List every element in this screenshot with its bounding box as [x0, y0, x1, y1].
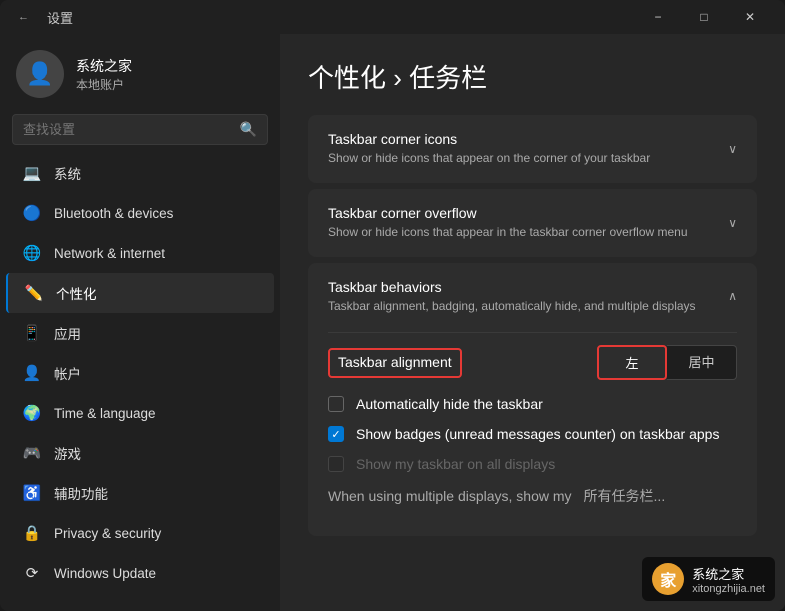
search-box[interactable]: 🔍 — [12, 114, 268, 145]
checkbox-label-badges: Show badges (unread messages counter) on… — [356, 426, 719, 442]
sidebar-item-time[interactable]: 🌍 Time & language — [6, 393, 274, 433]
sidebar-item-personalization[interactable]: ✏️ 个性化 — [6, 273, 274, 313]
chevron-down-icon-2: ∨ — [728, 216, 737, 230]
sidebar: 👤 系统之家 本地账户 🔍 💻 系统 🔵 Bluetooth & devices — [0, 34, 280, 611]
sidebar-item-accounts[interactable]: 👤 帐户 — [6, 353, 274, 393]
checkbox-label-autohide: Automatically hide the taskbar — [356, 396, 543, 412]
card-corner-icons: Taskbar corner icons Show or hide icons … — [308, 115, 757, 183]
behaviors-content: Taskbar alignment 左 居中 Automatically hid… — [308, 332, 757, 536]
title-bar: ← 设置 − □ ✕ — [0, 0, 785, 34]
apps-icon: 📱 — [22, 323, 42, 343]
checkbox-row-autohide: Automatically hide the taskbar — [328, 396, 737, 412]
card-corner-overflow-row[interactable]: Taskbar corner overflow Show or hide ico… — [308, 189, 757, 257]
watermark: 家 系统之家 xitongzhijia.net — [642, 557, 775, 601]
sidebar-label-bluetooth: Bluetooth & devices — [54, 206, 173, 221]
alignment-option-left[interactable]: 左 — [597, 345, 667, 380]
user-subtitle: 本地账户 — [76, 76, 132, 93]
sidebar-item-privacy[interactable]: 🔒 Privacy & security — [6, 513, 274, 553]
card-corner-icons-row[interactable]: Taskbar corner icons Show or hide icons … — [308, 115, 757, 183]
chevron-down-icon: ∨ — [728, 142, 737, 156]
page-title: 个性化 › 任务栏 — [308, 58, 757, 95]
sidebar-label-time: Time & language — [54, 406, 156, 421]
sidebar-label-system: 系统 — [54, 163, 81, 183]
card-corner-overflow-text: Taskbar corner overflow Show or hide ico… — [328, 205, 728, 241]
user-name: 系统之家 — [76, 56, 132, 76]
close-button[interactable]: ✕ — [727, 0, 773, 34]
checkbox-badges[interactable]: ✓ — [328, 426, 344, 442]
sidebar-label-personalization: 个性化 — [56, 283, 97, 303]
main-layout: 👤 系统之家 本地账户 🔍 💻 系统 🔵 Bluetooth & devices — [0, 34, 785, 611]
sidebar-label-update: Windows Update — [54, 566, 156, 581]
chevron-up-icon: ∧ — [728, 289, 737, 303]
card-corner-overflow-subtitle: Show or hide icons that appear in the ta… — [328, 224, 728, 241]
card-corner-icons-text: Taskbar corner icons Show or hide icons … — [328, 131, 728, 167]
search-input[interactable] — [23, 122, 232, 137]
card-behaviors-text: Taskbar behaviors Taskbar alignment, bad… — [328, 279, 728, 315]
accessibility-icon: ♿ — [22, 483, 42, 503]
alignment-label: Taskbar alignment — [338, 354, 452, 370]
partial-row: When using multiple displays, show my 所有… — [328, 486, 737, 506]
user-profile[interactable]: 👤 系统之家 本地账户 — [0, 34, 280, 110]
card-behaviors-header[interactable]: Taskbar behaviors Taskbar alignment, bad… — [308, 263, 757, 331]
card-behaviors-title: Taskbar behaviors — [328, 279, 728, 295]
window-controls: − □ ✕ — [635, 0, 773, 34]
sidebar-label-accounts: 帐户 — [54, 363, 81, 383]
card-behaviors-subtitle: Taskbar alignment, badging, automaticall… — [328, 298, 728, 315]
window-title: 设置 — [47, 8, 73, 27]
time-icon: 🌍 — [22, 403, 42, 423]
update-icon: ⟳ — [22, 563, 42, 583]
accounts-icon: 👤 — [22, 363, 42, 383]
card-behaviors: Taskbar behaviors Taskbar alignment, bad… — [308, 263, 757, 537]
personalization-icon: ✏️ — [24, 283, 44, 303]
alignment-dropdown: 左 居中 — [597, 345, 737, 380]
sidebar-label-accessibility: 辅助功能 — [54, 483, 108, 503]
title-bar-left: ← 设置 — [12, 7, 73, 27]
sidebar-item-system[interactable]: 💻 系统 — [6, 153, 274, 193]
content-area: 个性化 › 任务栏 Taskbar corner icons Show or h… — [280, 34, 785, 611]
watermark-text-block: 系统之家 xitongzhijia.net — [692, 564, 765, 595]
watermark-logo: 家 — [652, 563, 684, 595]
gaming-icon: 🎮 — [22, 443, 42, 463]
alignment-row: Taskbar alignment 左 居中 — [328, 345, 737, 380]
avatar: 👤 — [16, 50, 64, 98]
checkbox-row-all-displays: Show my taskbar on all displays — [328, 456, 737, 472]
partial-value: 所有任务栏... — [584, 486, 666, 506]
back-button[interactable]: ← — [12, 7, 35, 27]
system-icon: 💻 — [22, 163, 42, 183]
sidebar-label-privacy: Privacy & security — [54, 526, 161, 541]
checkbox-autohide[interactable] — [328, 396, 344, 412]
partial-label: When using multiple displays, show my — [328, 488, 572, 504]
bluetooth-icon: 🔵 — [22, 203, 42, 223]
search-icon: 🔍 — [240, 121, 257, 138]
checkbox-all-displays[interactable] — [328, 456, 344, 472]
checkbox-label-all-displays: Show my taskbar on all displays — [356, 456, 555, 472]
sidebar-item-network[interactable]: 🌐 Network & internet — [6, 233, 274, 273]
checkbox-row-badges: ✓ Show badges (unread messages counter) … — [328, 426, 737, 442]
network-icon: 🌐 — [22, 243, 42, 263]
alignment-option-center[interactable]: 居中 — [667, 345, 737, 380]
sidebar-item-gaming[interactable]: 🎮 游戏 — [6, 433, 274, 473]
card-corner-icons-subtitle: Show or hide icons that appear on the co… — [328, 150, 728, 167]
minimize-button[interactable]: − — [635, 0, 681, 34]
card-corner-icons-title: Taskbar corner icons — [328, 131, 728, 147]
watermark-name: 系统之家 — [692, 564, 765, 583]
sidebar-item-apps[interactable]: 📱 应用 — [6, 313, 274, 353]
watermark-url: xitongzhijia.net — [692, 583, 765, 595]
sidebar-item-accessibility[interactable]: ♿ 辅助功能 — [6, 473, 274, 513]
card-corner-overflow: Taskbar corner overflow Show or hide ico… — [308, 189, 757, 257]
sidebar-item-bluetooth[interactable]: 🔵 Bluetooth & devices — [6, 193, 274, 233]
settings-window: ← 设置 − □ ✕ 👤 系统之家 本地账户 � — [0, 0, 785, 611]
sidebar-item-update[interactable]: ⟳ Windows Update — [6, 553, 274, 593]
sidebar-label-network: Network & internet — [54, 246, 165, 261]
privacy-icon: 🔒 — [22, 523, 42, 543]
sidebar-label-apps: 应用 — [54, 323, 81, 343]
sidebar-label-gaming: 游戏 — [54, 443, 81, 463]
maximize-button[interactable]: □ — [681, 0, 727, 34]
user-info: 系统之家 本地账户 — [76, 56, 132, 93]
card-corner-overflow-title: Taskbar corner overflow — [328, 205, 728, 221]
